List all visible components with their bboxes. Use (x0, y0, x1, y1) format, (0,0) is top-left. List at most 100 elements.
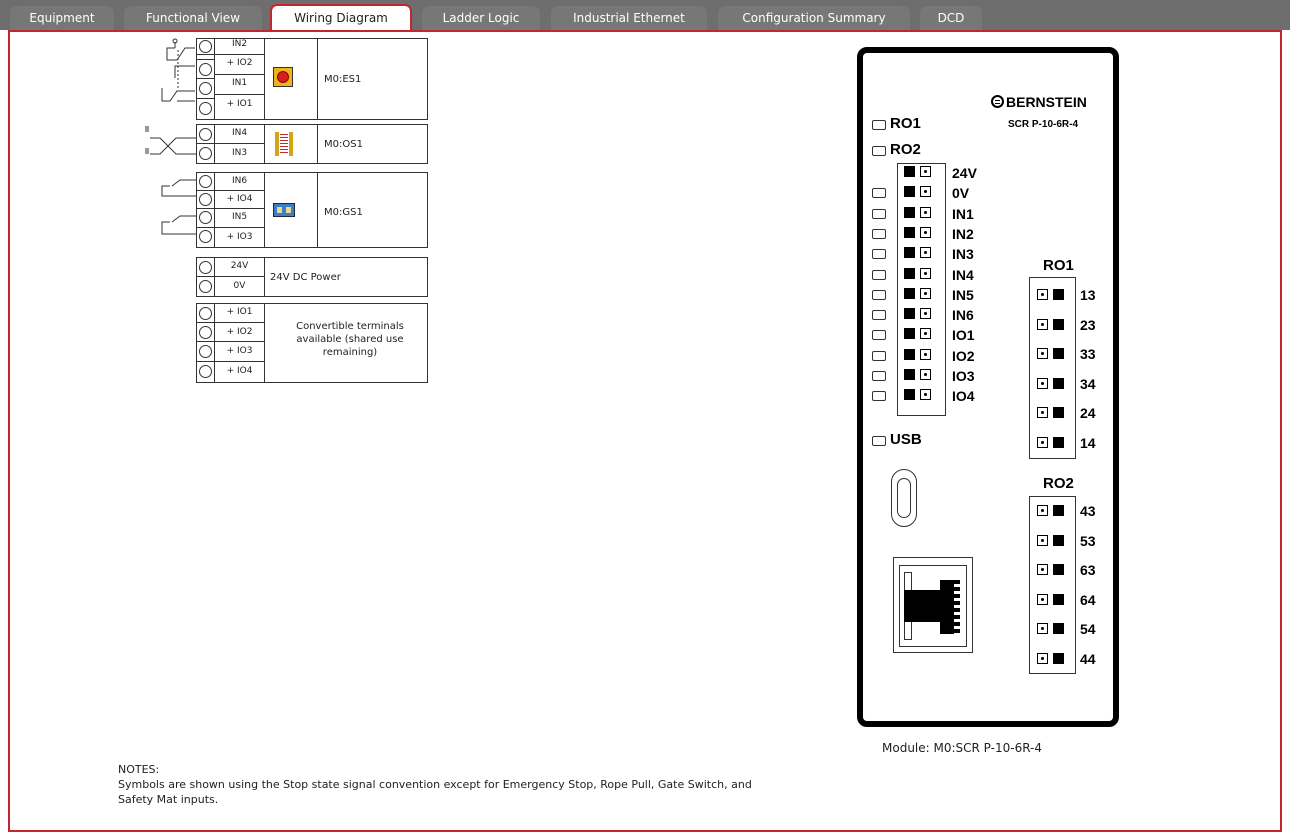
terminal-screw (197, 79, 214, 99)
relay-terminal-number: 13 (1080, 287, 1096, 303)
terminal-point (1037, 436, 1048, 448)
terminal-screw (904, 287, 915, 299)
ro2-led (872, 146, 886, 156)
tab-ladder-logic[interactable]: Ladder Logic (422, 6, 540, 30)
ro1-terminal-strip (1029, 277, 1076, 459)
terminal-screw (904, 267, 915, 279)
terminal-screw (197, 228, 214, 247)
light-curtain-icon (275, 132, 293, 156)
emergency-stop-icon (273, 67, 293, 87)
tab-equipment[interactable]: Equipment (10, 6, 114, 30)
input-led (872, 330, 886, 341)
terminal-screw (904, 166, 915, 177)
relay-terminal-number: 64 (1080, 591, 1096, 608)
terminal-screw (197, 39, 214, 55)
terminal-point (920, 328, 931, 340)
tab-functional-view[interactable]: Functional View (124, 6, 262, 30)
terminal-screw (197, 191, 214, 209)
terminal-screw (1053, 652, 1064, 664)
terminal-screw (1053, 593, 1064, 605)
relay-terminal-number: 24 (1080, 405, 1096, 421)
terminal-label: + IO3 (226, 232, 253, 242)
notes-line: Symbols are shown using the Stop state s… (118, 778, 752, 791)
tab-dcd[interactable]: DCD (920, 6, 982, 30)
input-led (872, 208, 886, 219)
input-led (872, 228, 886, 239)
terminal-point (1037, 534, 1048, 546)
terminal-screw (1053, 377, 1064, 389)
usb-port-icon (891, 469, 917, 527)
terminal-screw (1053, 348, 1064, 359)
device-label: M0:OS1 (324, 139, 363, 150)
terminal-screw (1053, 505, 1064, 516)
tab-industrial-ethernet[interactable]: Industrial Ethernet (551, 6, 707, 30)
relay-terminal-number: 43 (1080, 503, 1096, 519)
ro2-header: RO2 (1043, 475, 1074, 492)
input-terminal-label: IN4 (952, 266, 974, 283)
terminal-screw (1053, 407, 1064, 418)
terminal-screw (904, 369, 915, 380)
relay-terminal-number: 53 (1080, 532, 1096, 549)
device-label: M0:ES1 (324, 74, 362, 85)
terminal-point (920, 369, 931, 380)
input-terminal-label: IO2 (952, 347, 975, 364)
relay-terminal-number: 44 (1080, 650, 1096, 667)
terminal-point (920, 308, 931, 320)
terminal-point (920, 267, 931, 279)
terminal-screw (197, 209, 214, 228)
power-terminal-block: 24V 0V 24V DC Power (196, 257, 428, 297)
terminal-screw (904, 186, 915, 198)
terminal-label: IN3 (231, 148, 248, 158)
terminal-screw (197, 99, 214, 119)
terminal-point (1037, 564, 1048, 575)
terminal-screw (197, 362, 214, 382)
ro1-led-label: RO1 (890, 115, 921, 132)
terminal-screw (904, 247, 915, 259)
terminal-screw (1053, 623, 1064, 634)
input-terminal-label: IN6 (952, 307, 974, 324)
terminal-point (920, 206, 931, 218)
terminal-point (1037, 652, 1048, 664)
terminal-screw (904, 226, 915, 238)
ro1-led (872, 120, 886, 130)
input-terminal-label: IN1 (952, 205, 974, 222)
emergency-stop-contacts-symbol (161, 38, 195, 102)
input-terminal-label: IO1 (952, 327, 975, 344)
terminal-point (1037, 407, 1048, 418)
relay-terminal-number: 63 (1080, 562, 1096, 578)
terminal-point (920, 287, 931, 299)
convertible-terminal-block: + IO1 + IO2 + IO3 + IO4 Convertible term… (196, 303, 428, 383)
tab-bar: Equipment Functional View Wiring Diagram… (0, 0, 1290, 32)
terminal-point (920, 226, 931, 238)
gate-switch-icon (273, 203, 295, 217)
terminal-point (920, 186, 931, 198)
input-led (872, 371, 886, 381)
terminal-screw (1053, 318, 1064, 330)
device-label: 24V DC Power (270, 272, 341, 283)
terminal-label: + IO2 (215, 55, 264, 75)
terminal-point (920, 166, 931, 177)
input-led (872, 310, 886, 321)
input-led (872, 269, 886, 280)
terminal-point (1037, 593, 1048, 605)
terminal-label: IN4 (215, 125, 264, 144)
tab-configuration-summary[interactable]: Configuration Summary (718, 6, 910, 30)
terminal-screw (197, 125, 214, 144)
terminal-point (1037, 377, 1048, 389)
module-caption: Module: M0:SCR P-10-6R-4 (882, 741, 1043, 755)
terminal-point (920, 348, 931, 360)
tab-wiring-diagram[interactable]: Wiring Diagram (270, 4, 412, 32)
input-led (872, 350, 886, 361)
gs1-terminal-block: IN6 + IO4 IN5 + IO3 M0:GS1 (196, 172, 428, 248)
terminal-screw (197, 258, 214, 277)
terminal-point (1037, 318, 1048, 330)
terminal-screw (197, 342, 214, 362)
es1-terminal-block: IN2 + IO2 IN1 + IO1 M0:ES1 (196, 38, 428, 120)
terminal-point (1037, 289, 1048, 300)
input-led (872, 188, 886, 199)
terminal-screw (1053, 436, 1064, 448)
terminal-screw (197, 277, 214, 296)
usb-led (872, 436, 886, 446)
ro2-led-label: RO2 (890, 141, 921, 158)
device-label: Convertible terminals available (shared … (296, 321, 404, 358)
